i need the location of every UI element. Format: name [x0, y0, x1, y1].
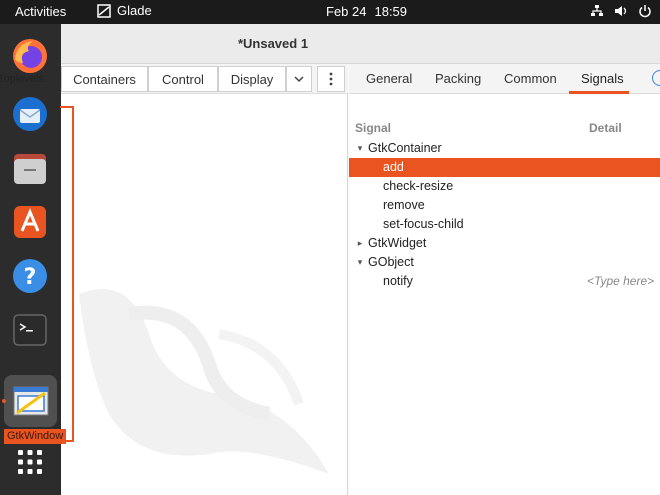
- chevron-down-icon: [294, 76, 304, 83]
- app-center-icon: [14, 206, 46, 238]
- signal-row[interactable]: notify <Type here>: [349, 272, 660, 291]
- files-icon: [14, 154, 46, 184]
- tab-common[interactable]: Common: [504, 71, 557, 86]
- dock-thunderbird[interactable]: [10, 94, 50, 134]
- column-header-signal[interactable]: Signal: [355, 121, 391, 135]
- dock: ?: [0, 24, 61, 495]
- selected-widget-label: GtkWindow: [4, 429, 67, 444]
- signal-row[interactable]: remove: [349, 196, 660, 215]
- palette-tab-containers[interactable]: Containers: [61, 66, 148, 92]
- dock-files[interactable]: [10, 148, 50, 188]
- thunderbird-icon: [13, 97, 47, 131]
- tab-overflow-icon[interactable]: [652, 70, 660, 86]
- clock[interactable]: Feb 24 18:59: [326, 4, 407, 19]
- help-icon: ?: [13, 259, 47, 293]
- dock-firefox[interactable]: [10, 36, 50, 76]
- signal-group-row[interactable]: ▾ GtkContainer: [349, 139, 660, 158]
- dock-terminal[interactable]: [10, 310, 50, 350]
- signal-row-label: notify: [383, 274, 413, 288]
- selection-outline-right: [72, 106, 74, 442]
- expander-icon[interactable]: ▸: [355, 237, 365, 249]
- column-header-detail[interactable]: Detail: [589, 121, 622, 135]
- glade-watermark-icon: [79, 289, 329, 474]
- tab-general[interactable]: General: [366, 71, 412, 86]
- running-indicator: [2, 399, 6, 403]
- volume-icon: [615, 6, 627, 16]
- terminal-icon: [13, 314, 47, 346]
- vertical-dots-icon: [329, 72, 333, 86]
- header-bar: *Unsaved 1: [61, 24, 660, 64]
- network-icon: [591, 5, 603, 16]
- expander-icon[interactable]: ▾: [355, 256, 365, 268]
- activities-button[interactable]: Activities: [15, 4, 66, 19]
- tab-packing[interactable]: Packing: [435, 71, 481, 86]
- signal-row-label: add: [383, 160, 404, 174]
- app-menu[interactable]: Glade: [97, 3, 152, 18]
- signal-row-label: GtkContainer: [368, 141, 442, 155]
- signal-row-label: GtkWidget: [368, 236, 427, 250]
- signal-row[interactable]: check-resize: [349, 177, 660, 196]
- system-tray[interactable]: [590, 4, 652, 18]
- glade-app-icon: [97, 3, 111, 18]
- top-bar: Activities Glade Feb 24 18:59: [0, 0, 660, 24]
- power-icon: [639, 5, 651, 18]
- active-tab-indicator: [569, 91, 629, 94]
- grid-icon: [18, 450, 42, 474]
- clock-time: 18:59: [374, 4, 408, 19]
- dock-app-center[interactable]: [10, 202, 50, 242]
- signal-group-row[interactable]: ▾ GObject: [349, 253, 660, 272]
- signal-group-row[interactable]: ▸ GtkWidget: [349, 234, 660, 253]
- dock-show-apps[interactable]: [10, 442, 50, 482]
- tab-signals[interactable]: Signals: [581, 71, 624, 86]
- palette-toolbar: Containers Control Display: [61, 64, 348, 94]
- palette-tab-display[interactable]: Display: [218, 66, 286, 92]
- glade-icon: [13, 386, 49, 416]
- svg-text:?: ?: [24, 265, 37, 290]
- inspector-tabs: General Packing Common Signals: [349, 64, 660, 94]
- palette-menu-button[interactable]: [317, 66, 345, 92]
- signal-row[interactable]: add: [349, 158, 660, 177]
- dock-glade[interactable]: [11, 381, 51, 421]
- dock-help[interactable]: ?: [10, 256, 50, 296]
- design-canvas[interactable]: [61, 94, 348, 495]
- palette-tab-label: Containers: [73, 71, 136, 87]
- signal-row-label: remove: [383, 198, 425, 212]
- palette-tab-control[interactable]: Control: [148, 66, 218, 92]
- handler-placeholder[interactable]: <Type here>: [587, 274, 654, 288]
- signal-row-label: set-focus-child: [383, 217, 464, 231]
- glade-window: *Unsaved 1 Containers Control Display Ge…: [61, 24, 660, 495]
- app-name: Glade: [117, 3, 152, 18]
- signal-row-label: GObject: [368, 255, 414, 269]
- signal-row-label: check-resize: [383, 179, 454, 193]
- window-title: *Unsaved 1: [237, 36, 309, 51]
- palette-tab-label: Control: [162, 71, 204, 87]
- clock-date: Feb 24: [326, 4, 367, 19]
- expander-icon[interactable]: ▾: [355, 142, 365, 154]
- firefox-icon: [13, 39, 47, 73]
- palette-tab-label: Display: [230, 71, 274, 87]
- signal-row[interactable]: set-focus-child: [349, 215, 660, 234]
- palette-more-button[interactable]: [286, 66, 312, 92]
- property-inspector: General Packing Common Signals Signal De…: [349, 64, 660, 495]
- toplevels-label: Toplevels: [0, 73, 44, 85]
